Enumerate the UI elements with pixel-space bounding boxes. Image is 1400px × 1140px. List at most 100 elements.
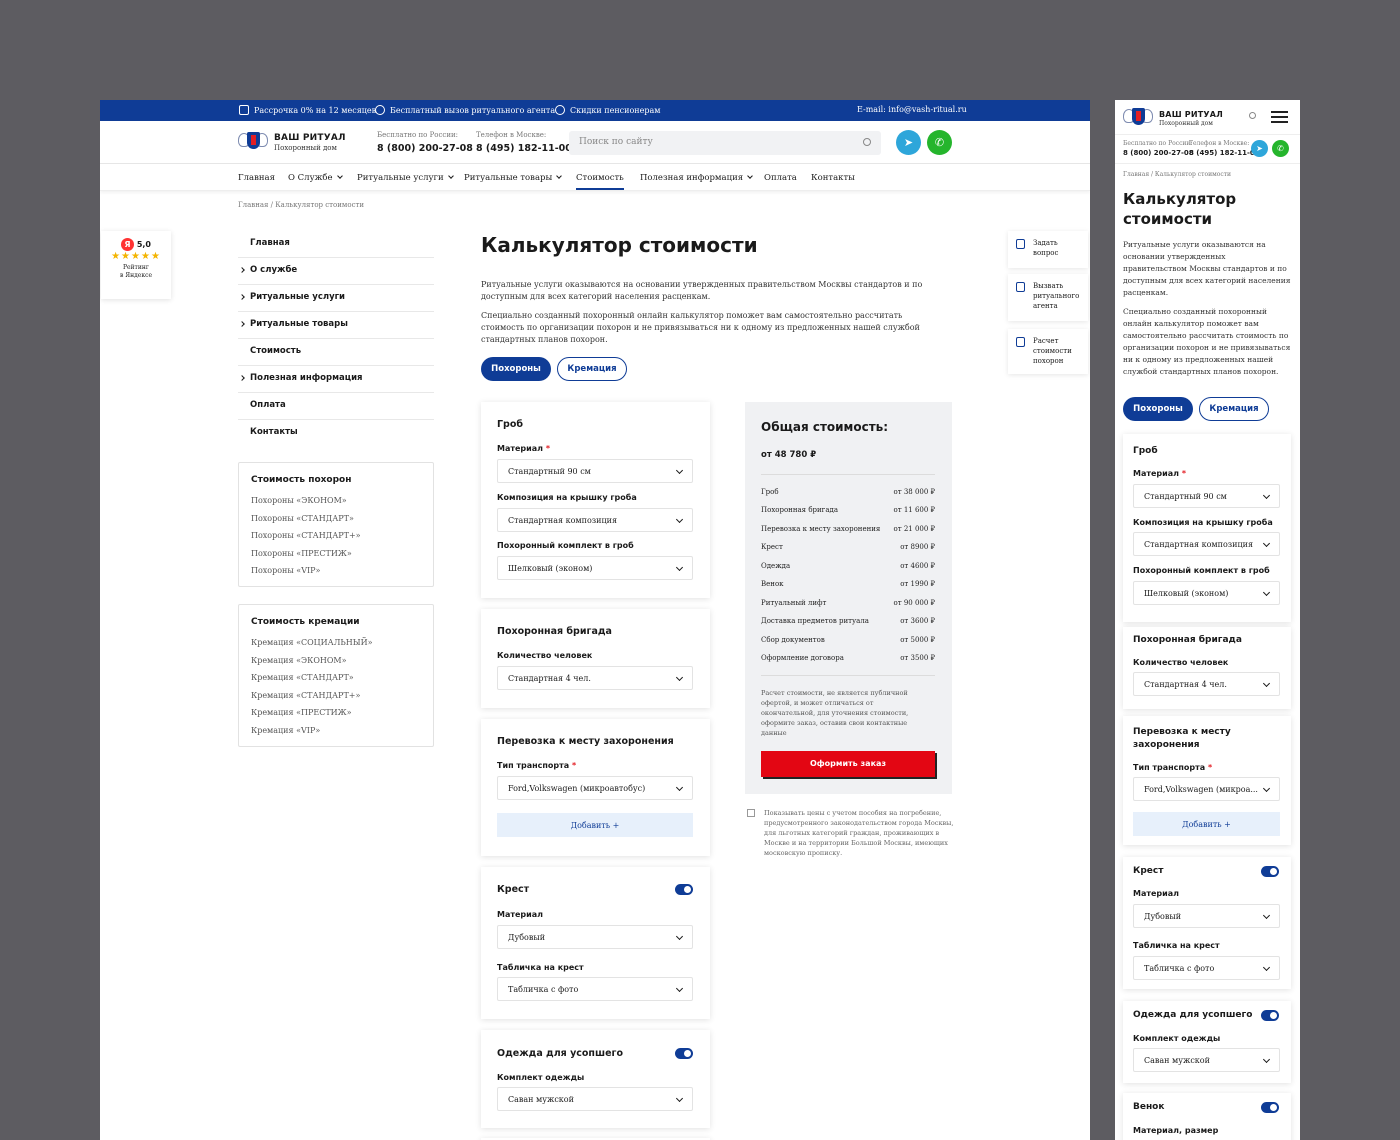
phone-russia[interactable]: Бесплатно по России: 8 (800) 200-27-08 (377, 131, 473, 154)
funeral-link-prestige[interactable]: Похороны «ПРЕСТИЖ» (251, 549, 352, 558)
telegram-icon[interactable]: ➤ (1251, 140, 1268, 157)
ask-question-button[interactable]: Задать вопрос (1008, 231, 1088, 268)
page-title: Калькулятор стоимости (481, 233, 758, 257)
chevron-down-icon (675, 1094, 684, 1103)
nav-pricing[interactable]: Стоимость (576, 173, 624, 190)
brigade-count-select[interactable]: Стандартная 4 чел. (1133, 672, 1280, 696)
cross-card: Крест Материал Дубовый Табличка на крест… (481, 867, 710, 1019)
coffin-set-select[interactable]: Шелковый (эконом) (1133, 581, 1280, 605)
nav-home[interactable]: Главная (238, 173, 275, 183)
transport-type-select[interactable]: Ford,Volkswagen (микроа... (1133, 777, 1280, 801)
funeral-link-standard-plus[interactable]: Похороны «СТАНДАРТ+» (251, 531, 361, 540)
chevron-down-icon (675, 466, 684, 475)
side-menu-useful-info[interactable]: Полезная информация (238, 366, 434, 393)
brigade-count-select[interactable]: Стандартная 4 чел. (497, 666, 693, 690)
phone-moscow[interactable]: Телефон в Москве: 8 (495) 182-11-00 (476, 131, 572, 154)
funeral-link-econom[interactable]: Похороны «ЭКОНОМ» (251, 496, 347, 505)
coffin-material-select[interactable]: Стандартный 90 см (1133, 484, 1280, 508)
tab-funeral[interactable]: Похороны (481, 357, 551, 381)
search-icon[interactable] (863, 138, 871, 146)
chevron-down-icon (556, 173, 563, 179)
coffin-set-select[interactable]: Шелковый (эконом) (497, 556, 693, 580)
wreath-toggle[interactable] (1261, 1102, 1279, 1113)
side-menu-contacts[interactable]: Контакты (238, 420, 434, 447)
brand-logo[interactable]: ВАШ РИТУАЛ Похоронный дом (1123, 105, 1223, 131)
side-menu-services[interactable]: Ритуальные услуги (238, 285, 434, 312)
cross-material-select[interactable]: Дубовый (1133, 904, 1280, 928)
cross-material-select[interactable]: Дубовый (497, 925, 693, 949)
cremation-link-prestige[interactable]: Кремация «ПРЕСТИЖ» (251, 708, 352, 717)
breadcrumb[interactable]: Главная / Калькулятор стоимости (238, 201, 364, 209)
transport-type-select[interactable]: Ford,Volkswagen (микроавтобус) (497, 776, 693, 800)
phone-moscow[interactable]: Телефон в Москве: 8 (495) 182-11-00 (1189, 140, 1260, 157)
funeral-link-standard[interactable]: Похороны «СТАНДАРТ» (251, 514, 354, 523)
clothes-set-select[interactable]: Саван мужской (1133, 1048, 1280, 1072)
add-transport-button[interactable]: Добавить + (1133, 812, 1280, 836)
cremation-link-standard-plus[interactable]: Кремация «СТАНДАРТ+» (251, 691, 360, 700)
tab-funeral[interactable]: Похороны (1123, 397, 1193, 421)
cremation-link-standard[interactable]: Кремация «СТАНДАРТ» (251, 673, 354, 682)
hamburger-menu-icon[interactable] (1271, 111, 1288, 123)
brand-name: ВАШ РИТУАЛ (274, 132, 346, 143)
cross-plate-select[interactable]: Табличка с фото (1133, 956, 1280, 980)
nav-payment[interactable]: Оплата (764, 173, 797, 183)
calculator-description: Специально созданный похоронный онлайн к… (1123, 307, 1291, 376)
side-menu-pricing[interactable]: Стоимость (238, 339, 434, 366)
cremation-link-vip[interactable]: Кремация «VIP» (251, 726, 320, 735)
email-link[interactable]: E-mail: info@vash-ritual.ru (857, 105, 967, 114)
search-icon[interactable] (1249, 112, 1256, 119)
cross-plate-select[interactable]: Табличка с фото (497, 977, 693, 1001)
clothes-toggle[interactable] (675, 1048, 693, 1059)
calculator-icon (1016, 337, 1025, 347)
clothes-toggle[interactable] (1261, 1010, 1279, 1021)
installment-info: Рассрочка 0% на 12 месяцев (239, 105, 376, 115)
tab-cremation[interactable]: Кремация (1199, 397, 1269, 421)
funeral-link-vip[interactable]: Похороны «VIP» (251, 566, 320, 575)
clothes-card: Одежда для усопшего Комплект одежды Сава… (1123, 1001, 1291, 1083)
benefit-checkbox-label[interactable]: Показывать цены с учетом пособия на погр… (764, 808, 954, 858)
phone-russia[interactable]: Бесплатно по России: 8 (800) 200-27-08 (1123, 140, 1194, 157)
whatsapp-icon[interactable]: ✆ (1272, 140, 1289, 157)
order-button[interactable]: Оформить заказ (761, 751, 935, 777)
yandex-rating-widget[interactable]: Я 5,0 ★★★★★ Рейтинг в Яндексе (101, 231, 171, 299)
chevron-down-icon (675, 984, 684, 993)
question-icon (1016, 239, 1025, 249)
intro-paragraph: Ритуальные услуги оказываются на основан… (481, 280, 923, 301)
benefit-checkbox[interactable] (747, 809, 755, 817)
cross-toggle[interactable] (1261, 866, 1279, 877)
cremation-link-econom[interactable]: Кремация «ЭКОНОМ» (251, 656, 347, 665)
calc-cost-button[interactable]: Расчет стоимости похорон (1008, 329, 1088, 374)
side-menu-payment[interactable]: Оплата (238, 393, 434, 420)
whatsapp-icon[interactable]: ✆ (927, 130, 952, 155)
nav-contacts[interactable]: Контакты (811, 173, 855, 183)
nav-services[interactable]: Ритуальные услуги (357, 173, 454, 183)
chevron-down-icon (1262, 784, 1271, 793)
check-circle-icon (555, 105, 565, 115)
breadcrumb[interactable]: Главная / Калькулятор стоимости (1123, 171, 1231, 178)
coffin-lid-select[interactable]: Стандартная композиция (1133, 532, 1280, 556)
clothes-set-select[interactable]: Саван мужской (497, 1087, 693, 1111)
phone-icon (1016, 282, 1025, 292)
nav-goods[interactable]: Ритуальные товары (464, 173, 563, 183)
tab-cremation[interactable]: Кремация (557, 357, 627, 381)
search-input[interactable]: Поиск по сайту (569, 131, 881, 155)
side-menu-home[interactable]: Главная (238, 231, 434, 258)
telegram-icon[interactable]: ➤ (896, 130, 921, 155)
brand-logo[interactable]: ВАШ РИТУАЛ Похоронный дом (238, 129, 346, 155)
add-transport-button[interactable]: Добавить + (497, 813, 693, 837)
side-menu-about[interactable]: О службе (238, 258, 434, 285)
chevron-down-icon (447, 173, 454, 179)
cross-toggle[interactable] (675, 884, 693, 895)
chevron-down-icon (1262, 963, 1271, 972)
call-agent-button[interactable]: Вызвать ритуального агента (1008, 274, 1088, 321)
brigade-card: Похоронная бригада Количество человек Ст… (481, 609, 710, 708)
nav-about[interactable]: О Службе (288, 173, 343, 183)
total-title: Общая стоимость: (761, 420, 889, 434)
coffin-material-select[interactable]: Стандартный 90 см (497, 459, 693, 483)
coffin-lid-select[interactable]: Стандартная композиция (497, 508, 693, 532)
side-menu-goods[interactable]: Ритуальные товары (238, 312, 434, 339)
cremation-link-social[interactable]: Кремация «СОЦИАЛЬНЫЙ» (251, 638, 372, 647)
nav-useful-info[interactable]: Полезная информация (640, 173, 753, 183)
chevron-down-icon (1262, 1055, 1271, 1064)
total-value: от 48 780 ₽ (761, 450, 817, 460)
